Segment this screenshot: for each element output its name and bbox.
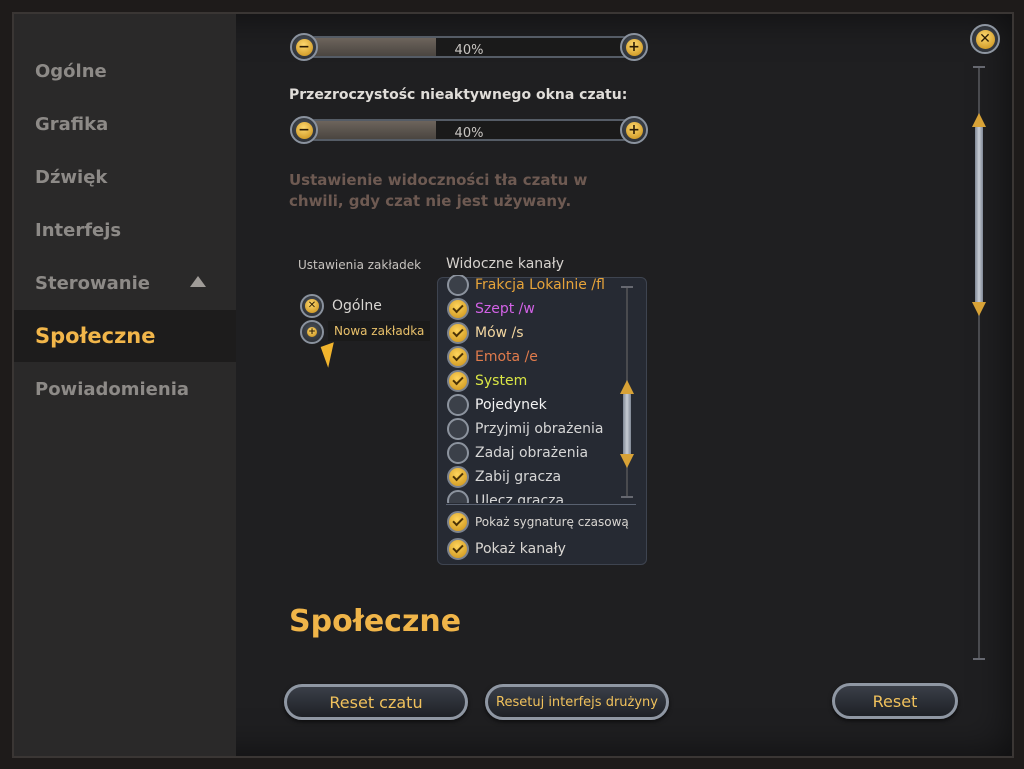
- main-scroll-thumb[interactable]: [975, 125, 983, 305]
- checkbox[interactable]: [447, 298, 469, 320]
- checkbox[interactable]: [447, 490, 469, 503]
- channel-item[interactable]: Ulecz gracza: [442, 489, 617, 503]
- channel-label: System: [475, 373, 528, 389]
- option-label: Pokaż kanały: [475, 541, 566, 557]
- reset-party-interface-button[interactable]: Resetuj interfejs drużyny: [485, 684, 669, 720]
- channel-label: Szept /w: [475, 301, 535, 317]
- channel-label: Ulecz gracza: [475, 493, 565, 503]
- expand-arrow-icon[interactable]: [190, 276, 206, 287]
- close-button[interactable]: ✕: [970, 24, 1000, 54]
- reset-chat-button[interactable]: Reset czatu: [284, 684, 468, 720]
- checkbox[interactable]: [447, 322, 469, 344]
- sidebar-item-notifications[interactable]: Powiadomienia: [14, 363, 236, 415]
- add-tab-button[interactable]: +: [300, 320, 324, 344]
- scroll-cap: [621, 496, 633, 498]
- slider-value: 40%: [454, 126, 484, 141]
- channel-list: Frakcja Lokalnie /fl Szept /w Mów /s Emota …: [442, 275, 617, 503]
- visible-channels-title: Widoczne kanały: [446, 256, 565, 272]
- plus-icon: +: [625, 121, 643, 139]
- channel-item[interactable]: Szept /w: [442, 297, 617, 321]
- add-icon: +: [307, 327, 317, 337]
- channel-item[interactable]: Frakcja Lokalnie /fl: [442, 275, 617, 297]
- sidebar-item-social[interactable]: Społeczne: [14, 310, 236, 362]
- checkbox[interactable]: [447, 511, 469, 533]
- option-show-timestamp[interactable]: Pokaż sygnaturę czasową: [442, 510, 642, 534]
- channel-scroll-thumb[interactable]: [623, 392, 631, 458]
- slider-track[interactable]: 40%: [304, 119, 634, 141]
- sidebar-item-label: Interfejs: [35, 219, 122, 241]
- scroll-up-icon[interactable]: [972, 113, 986, 127]
- scroll-cap: [973, 66, 985, 68]
- sidebar-item-controls[interactable]: Sterowanie: [14, 257, 236, 309]
- channel-label: Zabij gracza: [475, 469, 562, 485]
- checkbox[interactable]: [447, 370, 469, 392]
- channel-item[interactable]: System: [442, 369, 617, 393]
- channel-item[interactable]: Pojedynek: [442, 393, 617, 417]
- section-title: Społeczne: [289, 604, 462, 639]
- sidebar-item-sound[interactable]: Dźwięk: [14, 151, 236, 203]
- setting-description: Ustawienie widoczności tła czatu w chwil…: [289, 170, 587, 212]
- slider-track[interactable]: 40%: [304, 36, 634, 58]
- close-icon: ✕: [305, 299, 319, 313]
- sidebar-item-interface[interactable]: Interfejs: [14, 204, 236, 256]
- new-tab-label: Nowa zakładka: [328, 321, 431, 341]
- sidebar-item-label: Ogólne: [35, 60, 107, 82]
- sidebar-item-label: Dźwięk: [35, 166, 108, 188]
- checkbox[interactable]: [447, 346, 469, 368]
- checkbox[interactable]: [447, 466, 469, 488]
- tabs-settings-label: Ustawienia zakładek: [298, 258, 422, 272]
- channel-label: Przyjmij obrażenia: [475, 421, 604, 437]
- channel-label: Pojedynek: [475, 397, 547, 413]
- channel-item[interactable]: Zadaj obrażenia: [442, 441, 617, 465]
- scroll-cap: [621, 286, 633, 288]
- sidebar-item-label: Społeczne: [35, 324, 156, 348]
- scroll-up-icon[interactable]: [620, 380, 634, 394]
- channels-divider: [446, 504, 636, 505]
- increase-button[interactable]: +: [620, 33, 648, 61]
- decrease-button[interactable]: −: [290, 116, 318, 144]
- option-show-channels[interactable]: Pokaż kanały: [442, 537, 642, 561]
- channel-item[interactable]: Mów /s: [442, 321, 617, 345]
- channel-label: Mów /s: [475, 325, 524, 341]
- inactive-opacity-slider[interactable]: 40% − +: [290, 115, 648, 145]
- checkbox[interactable]: [447, 418, 469, 440]
- sidebar-item-label: Grafika: [35, 113, 109, 135]
- plus-icon: +: [625, 38, 643, 56]
- sidebar: Ogólne Grafika Dźwięk Interfejs Sterowan…: [14, 14, 236, 756]
- option-label: Pokaż sygnaturę czasową: [475, 515, 629, 529]
- sidebar-item-general[interactable]: Ogólne: [14, 45, 236, 97]
- scroll-down-icon[interactable]: [972, 302, 986, 316]
- close-icon: ✕: [975, 29, 995, 49]
- decrease-button[interactable]: −: [290, 33, 318, 61]
- sidebar-item-graphics[interactable]: Grafika: [14, 98, 236, 150]
- channel-label: Emota /e: [475, 349, 538, 365]
- remove-tab-button[interactable]: ✕: [300, 294, 324, 318]
- inactive-opacity-label: Przezroczystośc nieaktywnego okna czatu:: [289, 87, 628, 103]
- channel-label: Frakcja Lokalnie /fl: [475, 277, 605, 293]
- reset-button[interactable]: Reset: [832, 683, 958, 719]
- description-line: Ustawienie widoczności tła czatu w: [289, 171, 588, 189]
- sidebar-item-label: Powiadomienia: [35, 378, 190, 400]
- checkbox[interactable]: [447, 442, 469, 464]
- minus-icon: −: [295, 38, 313, 56]
- sidebar-item-label: Sterowanie: [35, 272, 150, 294]
- description-line: chwili, gdy czat nie jest używany.: [289, 192, 572, 210]
- channel-item[interactable]: Emota /e: [442, 345, 617, 369]
- channel-item[interactable]: Zabij gracza: [442, 465, 617, 489]
- checkbox[interactable]: [447, 275, 469, 296]
- scroll-cap: [973, 658, 985, 660]
- tab-label: Ogólne: [332, 298, 382, 314]
- opacity-slider-top[interactable]: 40% − +: [290, 32, 648, 62]
- tab-item-general[interactable]: ✕ Ogólne: [300, 294, 382, 318]
- scroll-down-icon[interactable]: [620, 454, 634, 468]
- slider-value: 40%: [454, 43, 484, 58]
- minus-icon: −: [295, 121, 313, 139]
- channel-item[interactable]: Przyjmij obrażenia: [442, 417, 617, 441]
- checkbox[interactable]: [447, 394, 469, 416]
- channel-label: Zadaj obrażenia: [475, 445, 589, 461]
- checkbox[interactable]: [447, 538, 469, 560]
- increase-button[interactable]: +: [620, 116, 648, 144]
